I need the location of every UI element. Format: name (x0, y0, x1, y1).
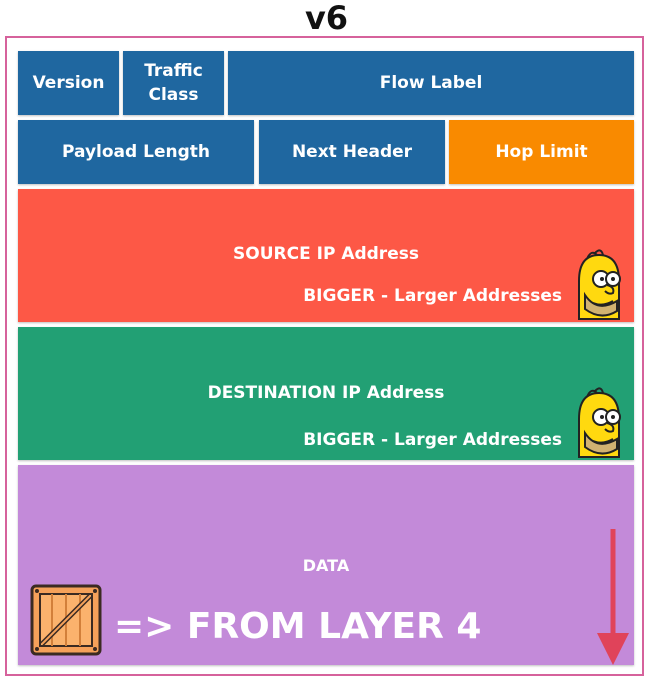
payload-length-label: Payload Length (62, 142, 210, 162)
traffic-class-field: Traffic Class (123, 51, 224, 115)
flow-label-field: Flow Label (228, 51, 634, 115)
page-title: v6 (304, 0, 349, 37)
next-header-label: Next Header (291, 142, 413, 162)
homer-icon (578, 249, 621, 320)
version-field: Version (18, 51, 119, 115)
flow-label-label: Flow Label (379, 73, 483, 93)
homer-icon (578, 387, 621, 458)
version-label: Version (32, 73, 105, 93)
hop-limit-field: Hop Limit (449, 120, 634, 184)
crate-icon (30, 584, 102, 656)
payload-length-field: Payload Length (18, 120, 254, 184)
destination-address-note: BIGGER - Larger Addresses (303, 430, 562, 450)
down-arrow-icon (597, 529, 629, 665)
data-label: DATA (302, 556, 350, 575)
traffic-class-label: Traffic Class (144, 61, 203, 105)
source-address-block: SOURCE IP Address BIGGER - Larger Addres… (18, 189, 634, 322)
data-block: DATA => FROM LAYER 4 (18, 465, 634, 665)
from-layer-4-label: => FROM LAYER 4 (114, 606, 482, 647)
destination-address-label: DESTINATION IP Address (207, 383, 445, 403)
hop-limit-label: Hop Limit (495, 142, 588, 162)
source-address-label: SOURCE IP Address (233, 244, 419, 264)
next-header-field: Next Header (259, 120, 445, 184)
destination-address-block: DESTINATION IP Address BIGGER - Larger A… (18, 327, 634, 460)
source-address-note: BIGGER - Larger Addresses (303, 286, 562, 306)
